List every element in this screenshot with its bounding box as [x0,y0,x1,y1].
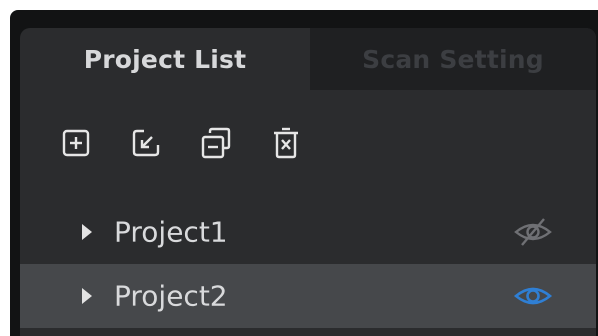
eye-visible-icon [513,287,553,305]
import-icon [132,129,160,157]
project-panel: Project List Scan Setting Project1 Proje… [20,28,596,336]
project-name: Project1 [114,215,228,249]
delete-project-button[interactable] [268,123,304,163]
project-name: Project2 [114,279,228,313]
delete-icon [274,127,298,159]
add-project-button[interactable] [58,123,94,163]
tab-bar: Project List Scan Setting [20,28,596,90]
visibility-toggle[interactable] [511,281,555,311]
eye-hidden-icon [514,218,552,246]
tab-project-list[interactable]: Project List [20,28,310,90]
merge-icon [201,127,231,159]
visibility-toggle[interactable] [511,217,555,247]
merge-project-button[interactable] [198,123,234,163]
tab-scan-setting[interactable]: Scan Setting [310,28,596,90]
import-project-button[interactable] [128,123,164,163]
expand-arrow-icon[interactable] [82,224,92,240]
project-tree: Project1 Project2 [20,200,596,328]
add-icon [62,129,90,157]
project-toolbar [58,121,338,165]
project-row[interactable]: Project1 [20,200,596,264]
expand-arrow-icon[interactable] [82,288,92,304]
project-row[interactable]: Project2 [20,264,596,328]
window-frame: Project List Scan Setting Project1 Proje… [10,10,598,336]
